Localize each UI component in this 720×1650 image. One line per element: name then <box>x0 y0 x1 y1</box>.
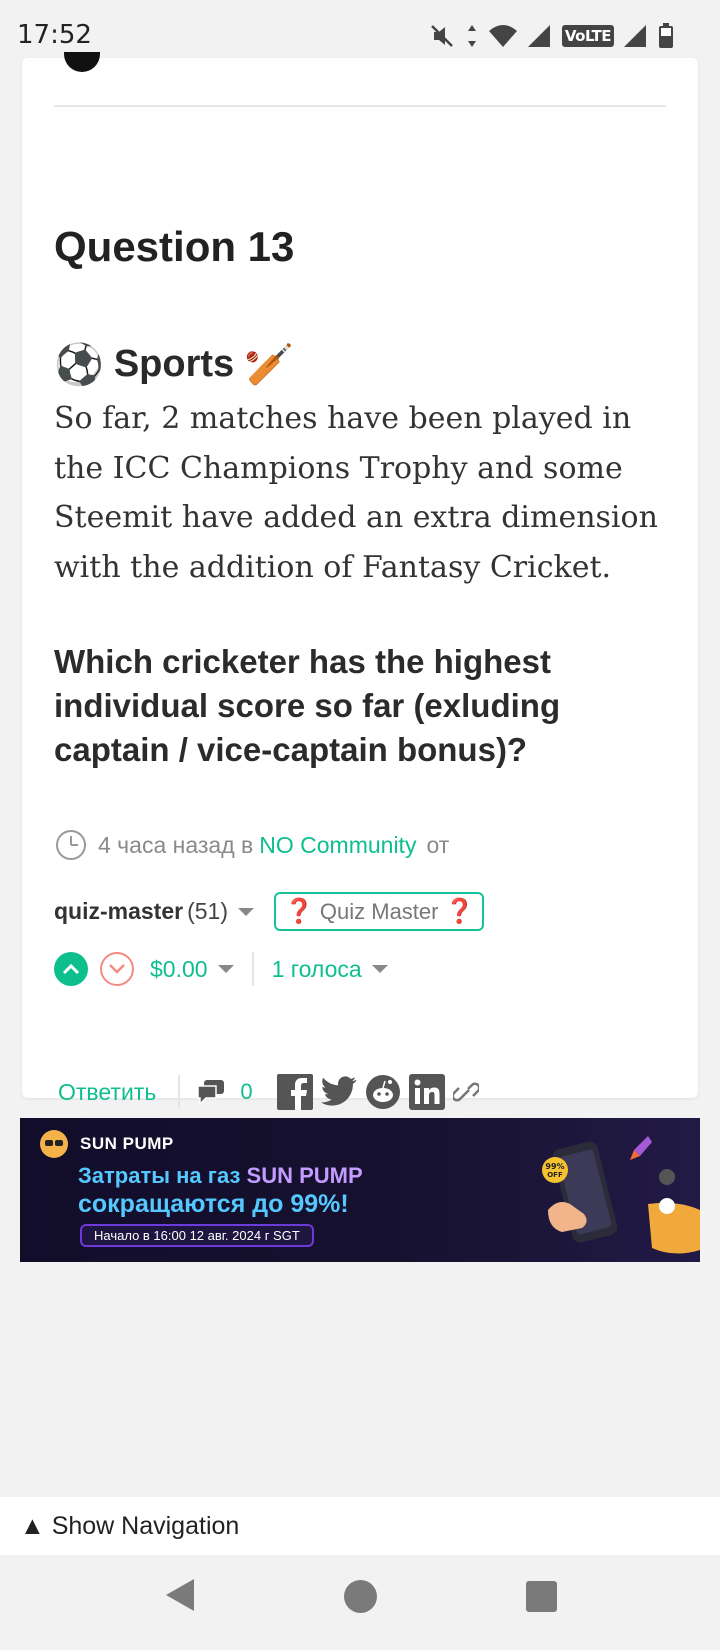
payout-dropdown-icon <box>217 965 234 973</box>
votes-count: 1 голоса <box>271 955 362 982</box>
clock-icon <box>56 830 86 860</box>
author-badge: ❓ Quiz Master ❓ <box>274 892 485 931</box>
recent-apps-icon[interactable] <box>526 1581 557 1612</box>
battery-icon <box>659 23 673 48</box>
linkedin-icon[interactable] <box>408 1074 445 1110</box>
payout-value[interactable]: $0.00 <box>150 956 234 983</box>
author-row: quiz-master (51) ❓ Quiz Master ❓ <box>54 892 485 931</box>
post-card: Question 13 ⚽ Sports 🏏 So far, 2 matches… <box>22 52 698 1110</box>
chevron-down-icon <box>109 964 125 974</box>
question-mark-icon: ❓ <box>444 898 475 925</box>
mute-icon <box>430 25 453 47</box>
voters-dropdown[interactable]: 1 голоса <box>272 956 388 983</box>
status-icons: VoLTE <box>428 20 674 52</box>
soccer-ball-icon: ⚽ <box>54 342 104 388</box>
share-icons <box>276 1074 479 1110</box>
vote-row: $0.00 1 голоса <box>54 952 388 986</box>
banner-headline-text: Затраты на газ <box>78 1163 241 1188</box>
banner-subheadline: сокращаются до 99%! <box>78 1190 349 1218</box>
community-link[interactable]: NO Community <box>259 832 416 859</box>
cricket-bat-icon: 🏏 <box>244 342 294 388</box>
payout-amount: $0.00 <box>150 955 208 982</box>
by-label: от <box>426 831 450 858</box>
author-reputation: (51) <box>187 898 228 924</box>
post-meta: 4 часа назад в NO Community от <box>54 828 449 862</box>
link-icon[interactable] <box>452 1077 479 1107</box>
banner-headline-brand: SUN PUMP <box>246 1163 363 1188</box>
svg-text:OFF: OFF <box>547 1171 563 1179</box>
twitter-icon[interactable] <box>320 1076 357 1108</box>
action-row: Ответить 0 <box>58 1074 479 1110</box>
downvote-button[interactable] <box>100 952 134 986</box>
comment-count: 0 <box>240 1079 253 1104</box>
separator <box>178 1075 181 1109</box>
rocket-icon <box>630 1136 652 1160</box>
banner-brand: SUN PUMP <box>80 1134 174 1153</box>
author-name[interactable]: quiz-master <box>54 898 183 925</box>
comments-button[interactable]: 0 <box>196 1078 253 1106</box>
time-ago: 4 часа назад в <box>98 831 254 858</box>
chevron-up-icon <box>62 963 80 975</box>
votes-dropdown-icon <box>371 965 388 973</box>
phone-in-hand-icon: 99% OFF <box>542 1141 618 1243</box>
status-time: 17:52 <box>17 20 92 50</box>
system-nav-bar <box>0 1555 720 1650</box>
post-title: Question 13 <box>54 223 295 270</box>
reddit-icon[interactable] <box>365 1074 401 1110</box>
post-body: So far, 2 matches have been played in th… <box>54 401 658 585</box>
badge-label: Quiz Master <box>319 898 439 924</box>
divider <box>54 105 666 107</box>
svg-text:99%: 99% <box>545 1162 564 1171</box>
banner-date: Начало в 16:00 12 авг. 2024 г SGT <box>80 1224 314 1247</box>
separator <box>251 952 254 986</box>
facebook-icon[interactable] <box>276 1074 313 1110</box>
carousel-dots[interactable] <box>656 1168 678 1228</box>
volte-icon: VoLTE <box>561 25 614 47</box>
author-dropdown-icon[interactable] <box>238 907 254 916</box>
category-heading: ⚽ Sports 🏏 <box>54 341 294 388</box>
ad-banner[interactable]: SUN PUMP Затраты на газ SUN PUMP сокраща… <box>20 1118 700 1262</box>
avatar[interactable] <box>64 52 100 72</box>
data-arrows-icon <box>467 25 476 47</box>
back-icon[interactable] <box>164 1577 196 1613</box>
question-mark-icon: ❓ <box>284 898 314 925</box>
wifi-icon <box>488 25 517 47</box>
show-navigation-button[interactable]: ▲ Show Navigation <box>0 1497 720 1555</box>
sunpump-logo-icon <box>40 1130 68 1158</box>
post-question: Which cricketer has the highest individu… <box>54 643 561 768</box>
upvote-button[interactable] <box>54 952 88 986</box>
category-label: Sports <box>113 343 235 385</box>
home-icon[interactable] <box>344 1580 377 1613</box>
signal-icon <box>527 25 550 47</box>
comments-icon <box>197 1080 225 1106</box>
reply-button[interactable]: Ответить <box>58 1079 156 1106</box>
signal-icon-2 <box>624 25 646 47</box>
banner-headline: Затраты на газ SUN PUMP <box>78 1163 363 1189</box>
